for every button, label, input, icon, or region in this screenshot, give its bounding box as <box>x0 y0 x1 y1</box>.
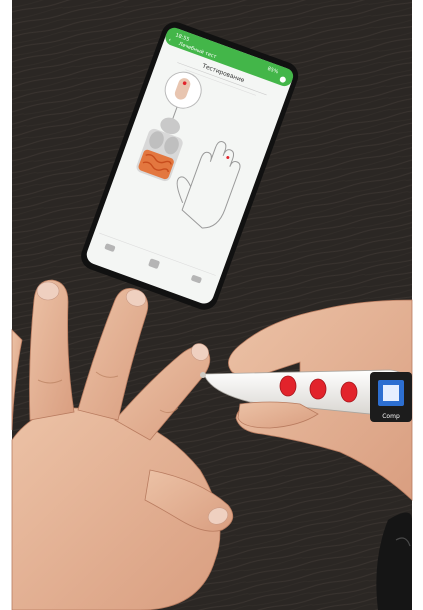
photo-illustration: 18:55 85% Лечебный тест ‹ Тестирование C… <box>0 0 423 610</box>
photo-scene: 18:55 85% Лечебный тест ‹ Тестирование C… <box>0 0 423 610</box>
pen-brand: Comp <box>382 413 400 420</box>
